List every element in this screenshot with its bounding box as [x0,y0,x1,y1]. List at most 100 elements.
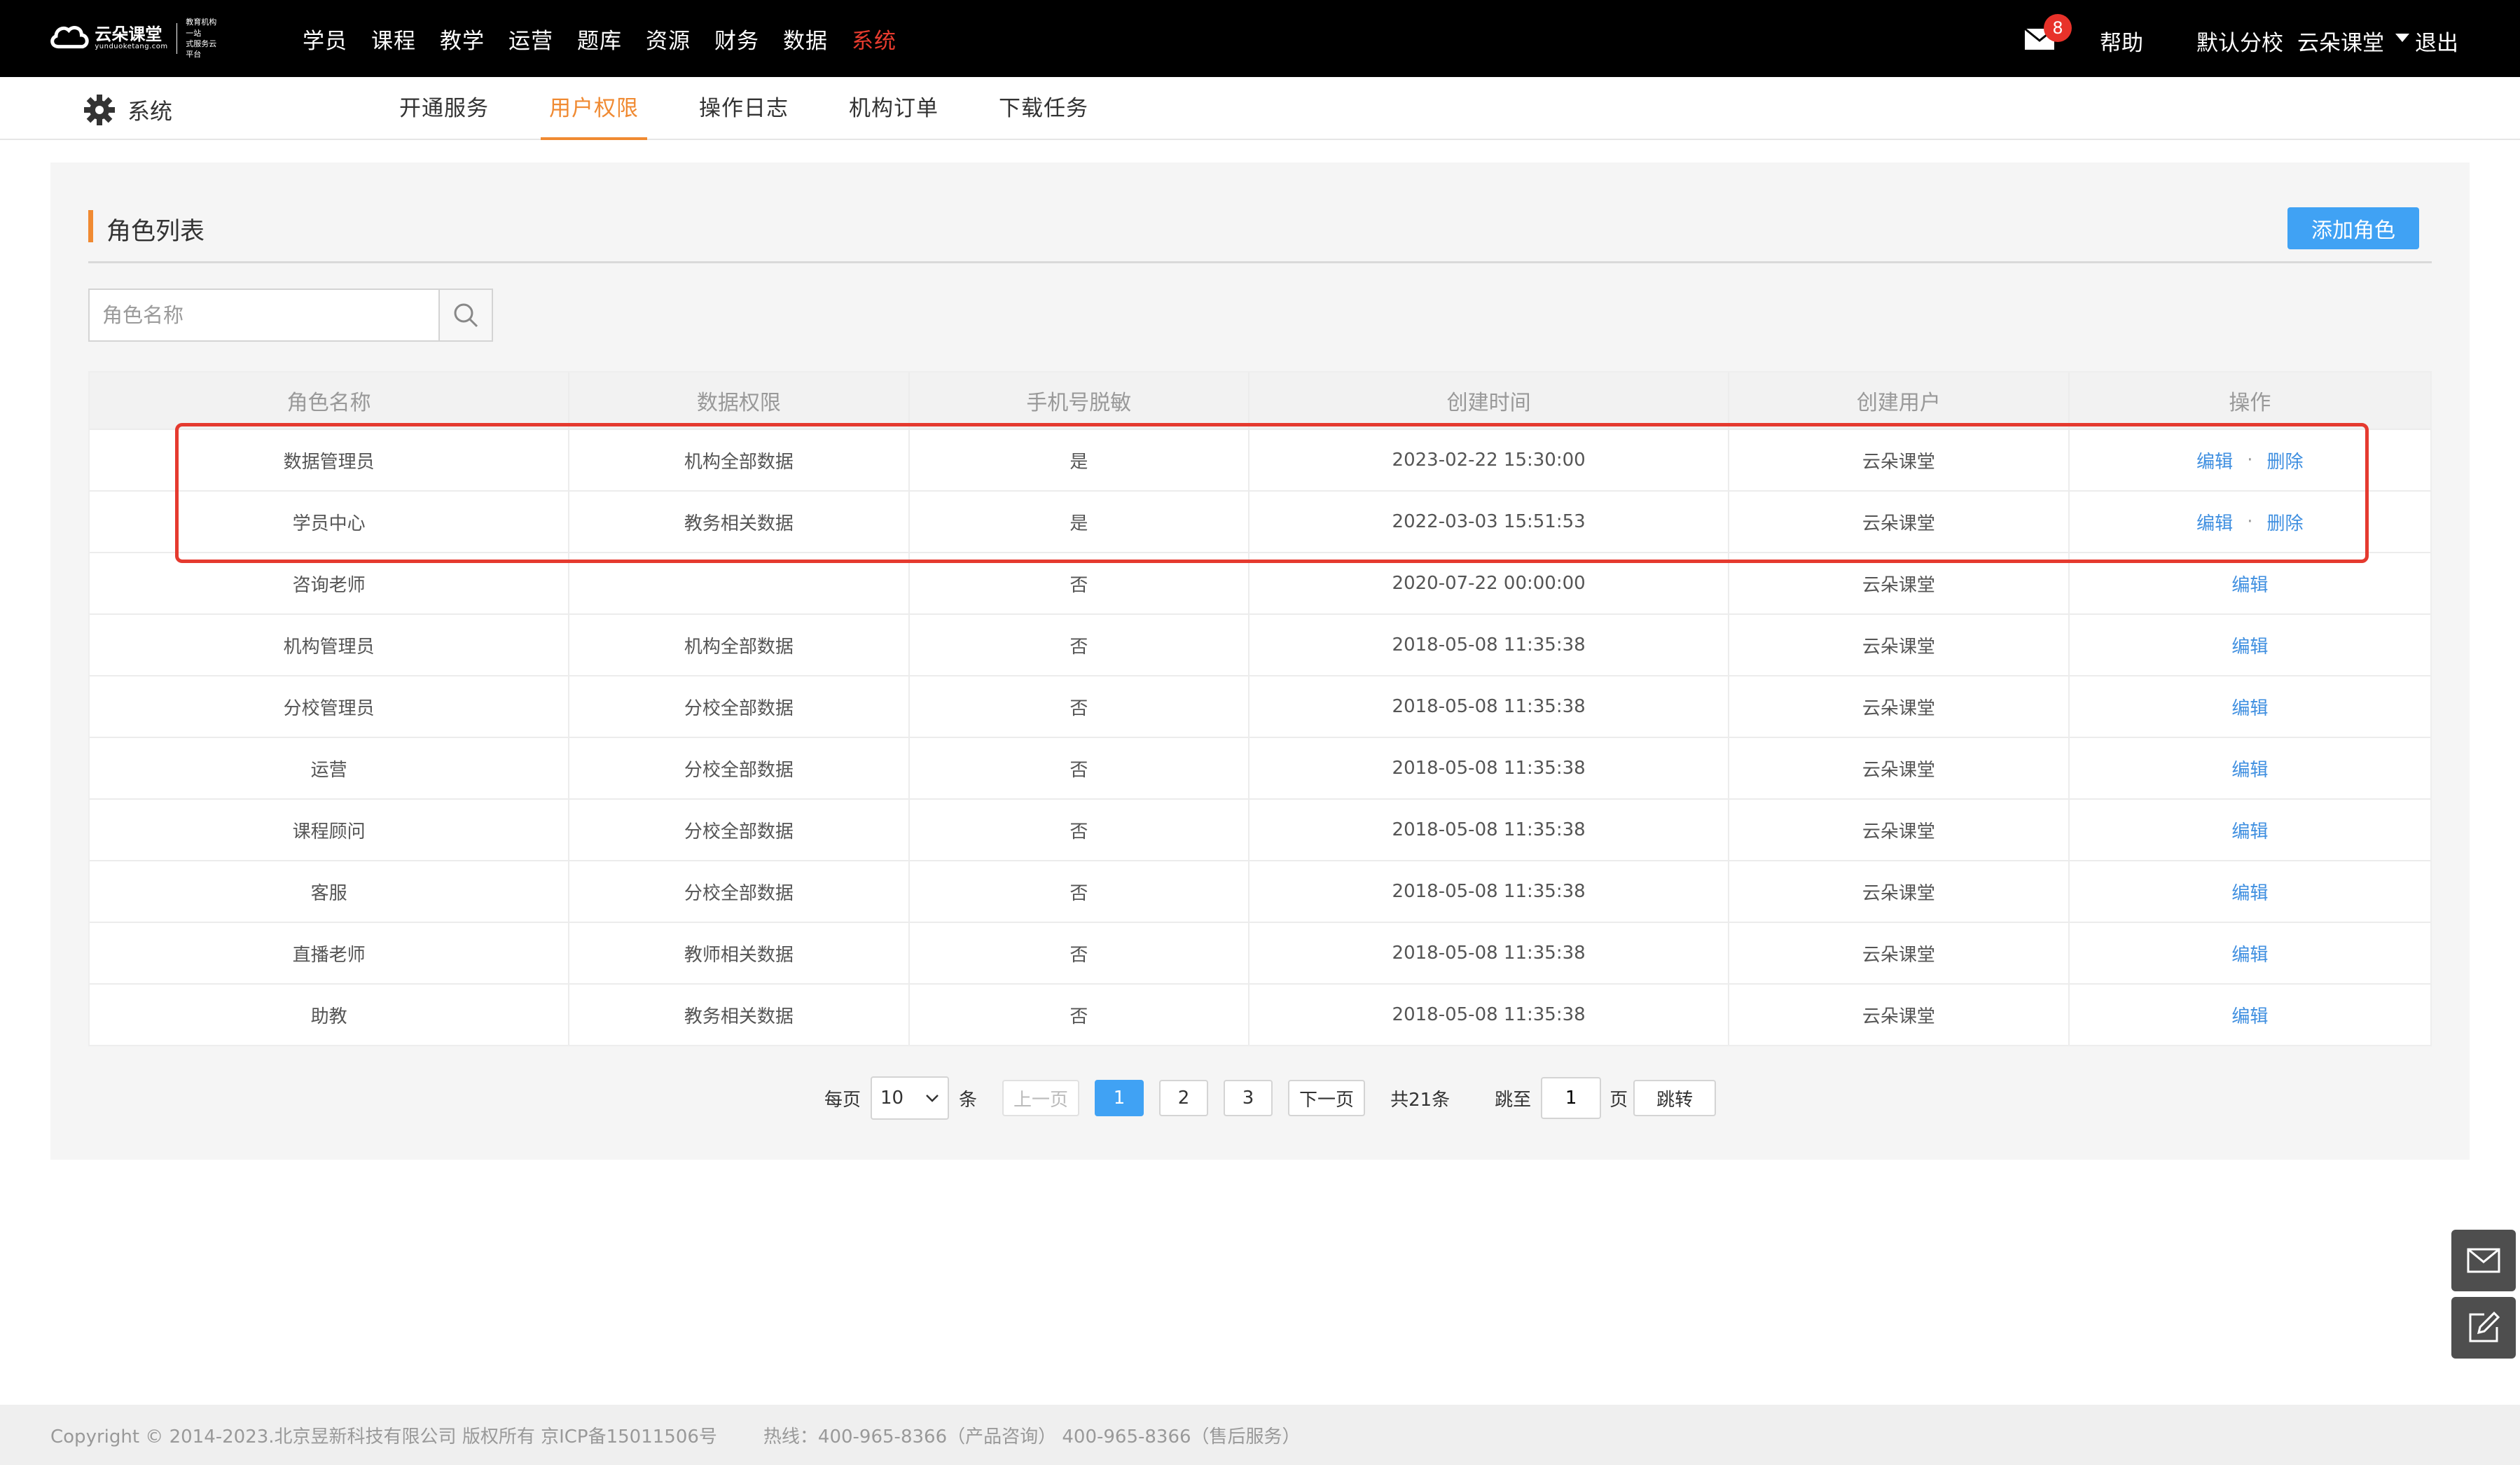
creator-cell: 云朵课堂 [1729,923,2070,983]
phone-mask-cell: 否 [910,738,1250,798]
creator-cell: 云朵课堂 [1729,800,2070,860]
help-link[interactable]: 帮助 [2100,25,2143,57]
delete-role-link[interactable]: 删除 [2266,509,2303,535]
unread-count-badge: 8 [2044,14,2072,42]
logo-divider [176,23,178,54]
role-name-cell: 客服 [90,861,570,922]
actions-cell: 编辑 [2070,676,2430,737]
sub-tabs: 开通服务 用户权限 操作日志 机构订单 下载任务 [399,77,1149,140]
add-role-button[interactable]: 添加角色 [2287,207,2419,249]
edit-role-link[interactable]: 编辑 [2196,447,2233,473]
created-time-cell: 2020-07-22 00:00:00 [1249,553,1730,613]
user-menu[interactable]: 云朵课堂 [2297,25,2384,57]
column-header-creator: 创建用户 [1729,373,2070,429]
nav-item-courses[interactable]: 课程 [371,23,416,55]
prev-page-button[interactable]: 上一页 [1002,1080,1080,1116]
content-panel: 角色列表 添加角色 角色名称 数据权限 手机号脱敏 创建时间 创建用户 操作 数… [50,162,2470,1160]
nav-item-data[interactable]: 数据 [783,23,828,55]
column-header-actions: 操作 [2229,391,2271,415]
created-time-cell: 2023-02-22 15:30:00 [1249,430,1730,490]
float-feedback-button[interactable] [2451,1297,2516,1359]
tab-open-services[interactable]: 开通服务 [399,77,489,140]
copyright-text: Copyright © 2014-2023.北京昱新科技有限公司 版权所有 京I… [50,1426,717,1447]
tab-operation-log[interactable]: 操作日志 [699,77,789,140]
phone-mask-cell: 否 [910,923,1250,983]
data-scope-cell: 分校全部数据 [569,738,910,798]
delete-role-link[interactable]: 删除 [2266,447,2303,473]
jump-button[interactable]: 跳转 [1633,1080,1717,1116]
created-time-cell: 2018-05-08 11:35:38 [1249,738,1730,798]
envelope-icon [2467,1248,2500,1273]
nav-item-question-bank[interactable]: 题库 [577,23,622,55]
logout-link[interactable]: 退出 [2415,25,2458,57]
role-list-title: 角色列表 [106,218,205,246]
actions-cell: 编辑 · 删除 [2070,430,2430,490]
caret-down-icon[interactable] [2395,34,2409,42]
tab-download-tasks[interactable]: 下载任务 [999,77,1088,140]
role-table: 角色名称 数据权限 手机号脱敏 创建时间 创建用户 操作 数据管理员 机构全部数据… [88,371,2432,1046]
page-1-button[interactable]: 1 [1095,1080,1144,1116]
logo-slogan: 教育机构一站 式服务云平台 [186,17,224,60]
creator-cell: 云朵课堂 [1729,861,2070,922]
created-time-cell: 2018-05-08 11:35:38 [1249,676,1730,737]
messages-button[interactable]: 8 [2024,14,2072,50]
role-name-cell: 课程顾问 [90,800,570,860]
nav-item-finance[interactable]: 财务 [714,23,759,55]
edit-role-link[interactable]: 编辑 [2231,817,2268,843]
brand-logo[interactable]: 云朵课堂 yunduoketang.com 教育机构一站 式服务云平台 [49,15,224,62]
created-time-cell: 2018-05-08 11:35:38 [1249,861,1730,922]
nav-item-operations[interactable]: 运营 [508,23,553,55]
branch-label: 默认分校 [2196,31,2283,56]
hotline-text: 热线：400-965-8366（产品咨询） 400-965-8366（售后服务） [763,1426,1301,1447]
phone-mask-cell: 是 [910,430,1250,490]
edit-role-link[interactable]: 编辑 [2231,879,2268,905]
edit-role-link[interactable]: 编辑 [2231,694,2268,720]
data-scope-cell: 分校全部数据 [569,861,910,922]
role-list-header: 角色列表 添加角色 [88,207,2432,263]
created-time-cell: 2018-05-08 11:35:38 [1249,800,1730,860]
logo-name: 云朵课堂 [95,25,162,45]
page-3-button[interactable]: 3 [1224,1080,1273,1116]
column-header-phone-mask: 手机号脱敏 [910,373,1250,429]
creator-cell: 云朵课堂 [1729,430,2070,490]
per-page-select[interactable]: 10 [871,1076,950,1120]
role-name-cell: 直播老师 [90,923,570,983]
main-nav: 学员 课程 教学 运营 题库 资源 财务 数据 系统 [303,0,920,77]
edit-role-link[interactable]: 编辑 [2196,509,2233,535]
title-accent-bar [88,210,93,242]
nav-item-teaching[interactable]: 教学 [440,23,485,55]
float-message-button[interactable] [2451,1230,2516,1291]
nav-item-system[interactable]: 系统 [852,23,896,55]
edit-role-link[interactable]: 编辑 [2231,571,2268,597]
nav-item-students[interactable]: 学员 [303,23,347,55]
actions-cell: 编辑 [2070,923,2430,983]
actions-cell: 编辑 [2070,738,2430,798]
nav-item-resources[interactable]: 资源 [646,23,691,55]
role-name-search-input[interactable] [90,290,438,340]
action-separator: · [2247,511,2253,532]
phone-mask-cell: 否 [910,676,1250,737]
jump-page-input[interactable] [1541,1077,1602,1119]
edit-role-link[interactable]: 编辑 [2231,756,2268,782]
page-2-button[interactable]: 2 [1159,1080,1209,1116]
per-page-value: 10 [880,1088,904,1109]
page-unit: 页 [1609,1089,1628,1111]
tab-user-permissions[interactable]: 用户权限 [541,77,647,140]
search-button[interactable] [438,290,492,340]
edit-role-link[interactable]: 编辑 [2231,1002,2268,1028]
created-time-cell: 2018-05-08 11:35:38 [1249,985,1730,1045]
next-page-button[interactable]: 下一页 [1288,1080,1366,1116]
table-body: 数据管理员 机构全部数据是 2023-02-22 15:30:00 云朵课堂 编辑 · 删除… [90,429,2430,1045]
tab-org-orders[interactable]: 机构订单 [849,77,939,140]
edit-role-link[interactable]: 编辑 [2231,940,2268,966]
chevron-down-icon [926,1095,939,1102]
role-name-cell: 运营 [90,738,570,798]
column-header-created-time: 创建时间 [1249,373,1730,429]
per-page-label: 每页 [824,1089,861,1111]
section-title: 系统 [127,98,173,125]
created-time-cell: 2018-05-08 11:35:38 [1249,615,1730,675]
table-row: 客服 分校全部数据否 2018-05-08 11:35:38 云朵课堂 编辑 [90,860,2430,922]
creator-cell: 云朵课堂 [1729,553,2070,613]
edit-role-link[interactable]: 编辑 [2231,632,2268,658]
table-row: 咨询老师 否 2020-07-22 00:00:00 云朵课堂 编辑 [90,552,2430,613]
